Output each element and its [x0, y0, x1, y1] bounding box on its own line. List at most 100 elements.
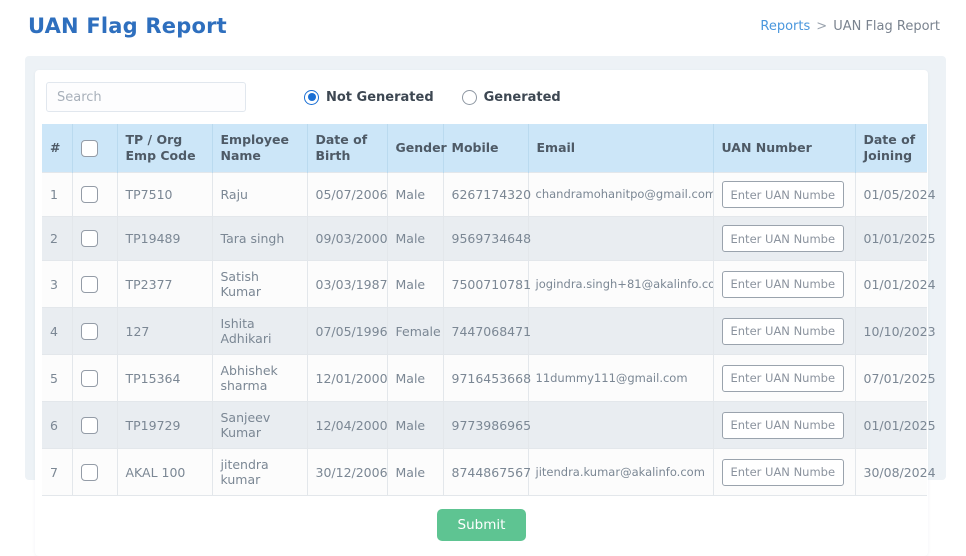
table-cell: 07/01/2025 [855, 355, 927, 402]
table-row: 7AKAL 100jitendra kumar30/12/2006Male874… [42, 449, 927, 496]
table-row: 3TP2377Satish Kumar03/03/1987Male7500710… [42, 261, 927, 308]
table-cell: TP7510 [117, 173, 212, 217]
checkbox-cell [72, 217, 117, 261]
table-cell: TP15364 [117, 355, 212, 402]
uan-number-input[interactable] [722, 225, 844, 252]
row-checkbox[interactable] [81, 417, 98, 434]
content-container: Not Generated Generated # TP / Org Emp Cod… [25, 56, 946, 480]
column-header: TP / Org Emp Code [117, 124, 212, 173]
table-cell: Abhishek sharma [212, 355, 307, 402]
table-cell: 07/05/1996 [307, 308, 387, 355]
page-title: UAN Flag Report [28, 14, 227, 38]
submit-row: Submit [42, 496, 921, 543]
table-cell: 6267174320 [443, 173, 528, 217]
select-all-checkbox[interactable] [81, 140, 98, 157]
table-row: 4127Ishita Adhikari07/05/1996Female74470… [42, 308, 927, 355]
uan-number-input[interactable] [722, 459, 844, 486]
table-cell [528, 217, 713, 261]
checkbox-cell [72, 355, 117, 402]
column-header: Employee Name [212, 124, 307, 173]
breadcrumb-current: UAN Flag Report [833, 19, 940, 34]
uan-report-table: # TP / Org Emp CodeEmployee NameDate of B… [42, 124, 927, 496]
column-header: UAN Number [713, 124, 855, 173]
column-header: Date of Birth [307, 124, 387, 173]
table-cell: Sanjeev Kumar [212, 402, 307, 449]
table-cell: 01/01/2025 [855, 217, 927, 261]
table-cell: TP2377 [117, 261, 212, 308]
topbar: UAN Flag Report Reports > UAN Flag Repor… [0, 0, 966, 50]
table-cell: TP19729 [117, 402, 212, 449]
table-cell: jitendra kumar [212, 449, 307, 496]
column-header: Mobile [443, 124, 528, 173]
table-cell: 09/03/2000 [307, 217, 387, 261]
table-row: 2TP19489Tara singh09/03/2000Male95697346… [42, 217, 927, 261]
checkbox-cell [72, 308, 117, 355]
table-cell: TP19489 [117, 217, 212, 261]
table-cell: Male [387, 449, 443, 496]
radio-icon[interactable] [304, 90, 319, 105]
table-cell: 01/01/2024 [855, 261, 927, 308]
checkbox-cell [72, 449, 117, 496]
select-all-header [72, 124, 117, 173]
radio-option-not-generated[interactable]: Not Generated [304, 90, 434, 105]
column-header: # [42, 124, 72, 173]
column-header: Date of Joining [855, 124, 927, 173]
checkbox-cell [72, 173, 117, 217]
table-cell: AKAL 100 [117, 449, 212, 496]
uan-number-input[interactable] [722, 271, 844, 298]
row-checkbox[interactable] [81, 464, 98, 481]
uan-number-input[interactable] [722, 318, 844, 345]
uan-cell [713, 402, 855, 449]
column-header: Email [528, 124, 713, 173]
table-cell [528, 402, 713, 449]
table-body: 1TP7510Raju05/07/2006Male6267174320chand… [42, 173, 927, 496]
table-cell: 4 [42, 308, 72, 355]
table-cell: Tara singh [212, 217, 307, 261]
breadcrumb-reports-link[interactable]: Reports [760, 19, 810, 34]
uan-cell [713, 173, 855, 217]
table-cell: Female [387, 308, 443, 355]
table-cell: Satish Kumar [212, 261, 307, 308]
table-cell: Male [387, 355, 443, 402]
uan-number-input[interactable] [722, 365, 844, 392]
uan-cell [713, 261, 855, 308]
uan-cell [713, 449, 855, 496]
table-cell: 9716453668 [443, 355, 528, 402]
table-cell: Male [387, 261, 443, 308]
table-row: 5TP15364Abhishek sharma12/01/2000Male971… [42, 355, 927, 402]
table-header-row: # TP / Org Emp CodeEmployee NameDate of B… [42, 124, 927, 173]
table-cell: chandramohanitpo@gmail.com [528, 173, 713, 217]
submit-button[interactable]: Submit [437, 509, 527, 541]
table-cell: 1 [42, 173, 72, 217]
breadcrumb-separator: > [816, 19, 827, 34]
radio-option-generated[interactable]: Generated [462, 90, 561, 105]
table-cell: jitendra.kumar@akalinfo.com [528, 449, 713, 496]
table-cell: 7500710781 [443, 261, 528, 308]
table-cell: Male [387, 173, 443, 217]
table-cell: Ishita Adhikari [212, 308, 307, 355]
table-cell: 30/12/2006 [307, 449, 387, 496]
radio-icon[interactable] [462, 90, 477, 105]
uan-number-input[interactable] [722, 412, 844, 439]
table-cell: 01/01/2025 [855, 402, 927, 449]
row-checkbox[interactable] [81, 276, 98, 293]
uan-cell [713, 308, 855, 355]
table-cell: 10/10/2023 [855, 308, 927, 355]
row-checkbox[interactable] [81, 230, 98, 247]
row-checkbox[interactable] [81, 370, 98, 387]
table-cell: Male [387, 402, 443, 449]
row-checkbox[interactable] [81, 323, 98, 340]
radio-group: Not Generated Generated [304, 90, 561, 105]
table-cell: 12/01/2000 [307, 355, 387, 402]
table-cell: 01/05/2024 [855, 173, 927, 217]
table-cell: 3 [42, 261, 72, 308]
table-cell: Raju [212, 173, 307, 217]
search-input[interactable] [46, 82, 246, 112]
table-cell: 2 [42, 217, 72, 261]
filter-row: Not Generated Generated [42, 82, 921, 124]
table-cell [528, 308, 713, 355]
uan-cell [713, 217, 855, 261]
row-checkbox[interactable] [81, 186, 98, 203]
uan-number-input[interactable] [722, 181, 844, 208]
table-cell: 9773986965 [443, 402, 528, 449]
